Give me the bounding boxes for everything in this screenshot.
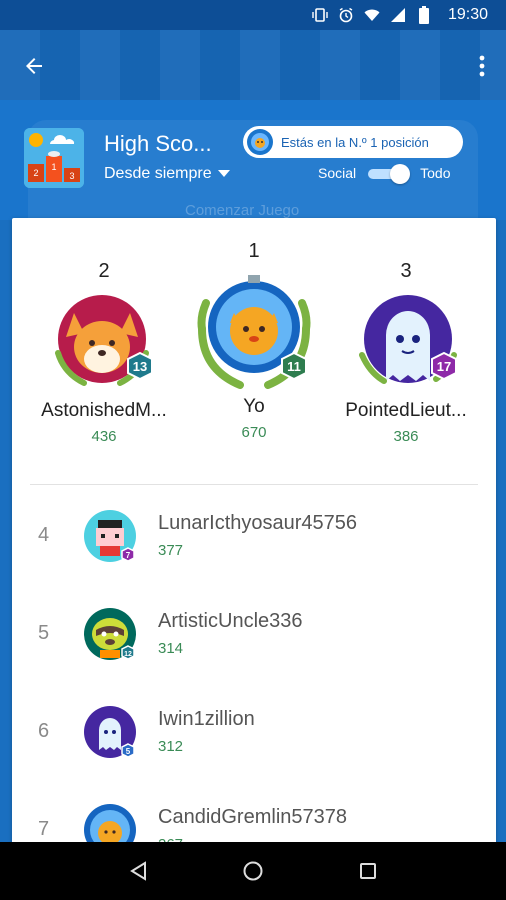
alarm-icon — [338, 7, 354, 23]
level-badge-text: 13 — [133, 359, 147, 374]
podium-score: 386 — [393, 428, 419, 445]
list-name: Iwin1zillion — [158, 708, 255, 730]
shiba-dog-avatar: 13 — [55, 295, 153, 386]
back-button[interactable] — [18, 50, 50, 82]
nav-recents-button[interactable] — [348, 851, 388, 891]
podium-item[interactable]: 1 11 Yo 670 — [178, 240, 330, 441]
nav-home-button[interactable] — [233, 851, 273, 891]
nav-home-icon — [243, 861, 263, 881]
svg-text:2: 2 — [33, 168, 38, 178]
podium-score: 670 — [241, 424, 267, 441]
status-bar: 19:30 — [0, 0, 506, 30]
svg-text:1: 1 — [51, 162, 56, 172]
time-filter-label: Desde siempre — [104, 165, 212, 182]
game-icon: 2 1 3 — [24, 128, 84, 188]
podium-item[interactable]: 3 17 PointedLieut... 386 — [322, 260, 490, 445]
list-rank: 7 — [38, 818, 50, 840]
podium-name: Yo — [243, 396, 265, 417]
list-rank: 6 — [38, 720, 50, 742]
game-title: High Sco... — [104, 131, 212, 156]
signal-icon — [390, 7, 406, 23]
sloth-avatar: 12 — [84, 608, 136, 660]
astronaut-cat-avatar: 11 — [197, 275, 311, 389]
svg-text:3: 3 — [69, 171, 74, 181]
podium: 2 13 AstonishedM... 436 1 11 Yo 670 3 17… — [12, 218, 496, 478]
toggle-label-social: Social — [318, 165, 357, 181]
time-filter-dropdown[interactable]: Desde siempre — [104, 165, 230, 183]
nav-back-button[interactable] — [118, 851, 158, 891]
back-arrow-icon — [26, 58, 42, 74]
background-start-text: Comenzar Juego — [185, 202, 300, 219]
divider — [30, 484, 478, 485]
podium-item[interactable]: 2 13 AstonishedM... 436 — [20, 260, 188, 445]
battery-icon — [416, 6, 432, 24]
level-badge-text: 11 — [287, 359, 301, 374]
podium-rank: 3 — [400, 260, 412, 282]
nav-recents-icon — [360, 863, 377, 879]
list-item[interactable]: 4 7 LunarIcthyosaur45756 377 — [12, 492, 496, 590]
ghost-avatar: 17 — [359, 295, 457, 384]
app-bar-background — [0, 30, 506, 100]
wifi-icon — [364, 7, 380, 23]
list-name: ArtisticUncle336 — [158, 610, 303, 632]
rank-chip-text: Estás en la N.º 1 posición — [281, 134, 429, 150]
more-vert-icon — [479, 55, 485, 77]
list-rank: 5 — [38, 622, 50, 644]
player-avatar-small-icon — [247, 129, 273, 155]
list-score: 312 — [158, 738, 184, 755]
leaderboard-card: 2 13 AstonishedM... 436 1 11 Yo 670 3 17… — [12, 218, 496, 858]
list-score: 314 — [158, 640, 184, 657]
app-bar — [0, 30, 506, 100]
system-nav-bar — [0, 842, 506, 900]
list-name: CandidGremlin57378 — [158, 806, 348, 828]
social-all-toggle-row: Social Todo — [318, 163, 451, 184]
podium-score: 436 — [91, 428, 117, 445]
social-all-switch[interactable] — [368, 163, 411, 184]
status-time: 19:30 — [447, 6, 488, 23]
list-rank: 4 — [38, 524, 50, 546]
toggle-label-all: Todo — [420, 165, 451, 181]
dropdown-arrow-icon — [217, 170, 230, 177]
list-item[interactable]: 6 5 Iwin1zillion 312 — [12, 688, 496, 786]
podium-rank: 1 — [248, 240, 260, 262]
vibrate-icon — [312, 7, 328, 23]
more-options-button[interactable] — [472, 50, 492, 82]
podium-rank: 2 — [98, 260, 110, 282]
robot-avatar: 7 — [84, 510, 136, 562]
list-name: LunarIcthyosaur45756 — [158, 512, 358, 534]
podium-name: PointedLieut... — [345, 400, 467, 421]
list-item[interactable]: 5 12 ArtisticUncle336 314 — [12, 590, 496, 688]
nav-back-icon — [129, 861, 146, 881]
list-score: 377 — [158, 542, 184, 559]
rank-chip: Estás en la N.º 1 posición — [243, 126, 463, 158]
podium-name: AstonishedM... — [41, 400, 167, 421]
level-badge-text: 17 — [437, 359, 451, 374]
level-badge-text: 12 — [124, 651, 132, 658]
ghost-avatar: 5 — [84, 706, 136, 758]
level-badge-text: 5 — [126, 747, 131, 756]
level-badge-text: 7 — [126, 551, 131, 560]
